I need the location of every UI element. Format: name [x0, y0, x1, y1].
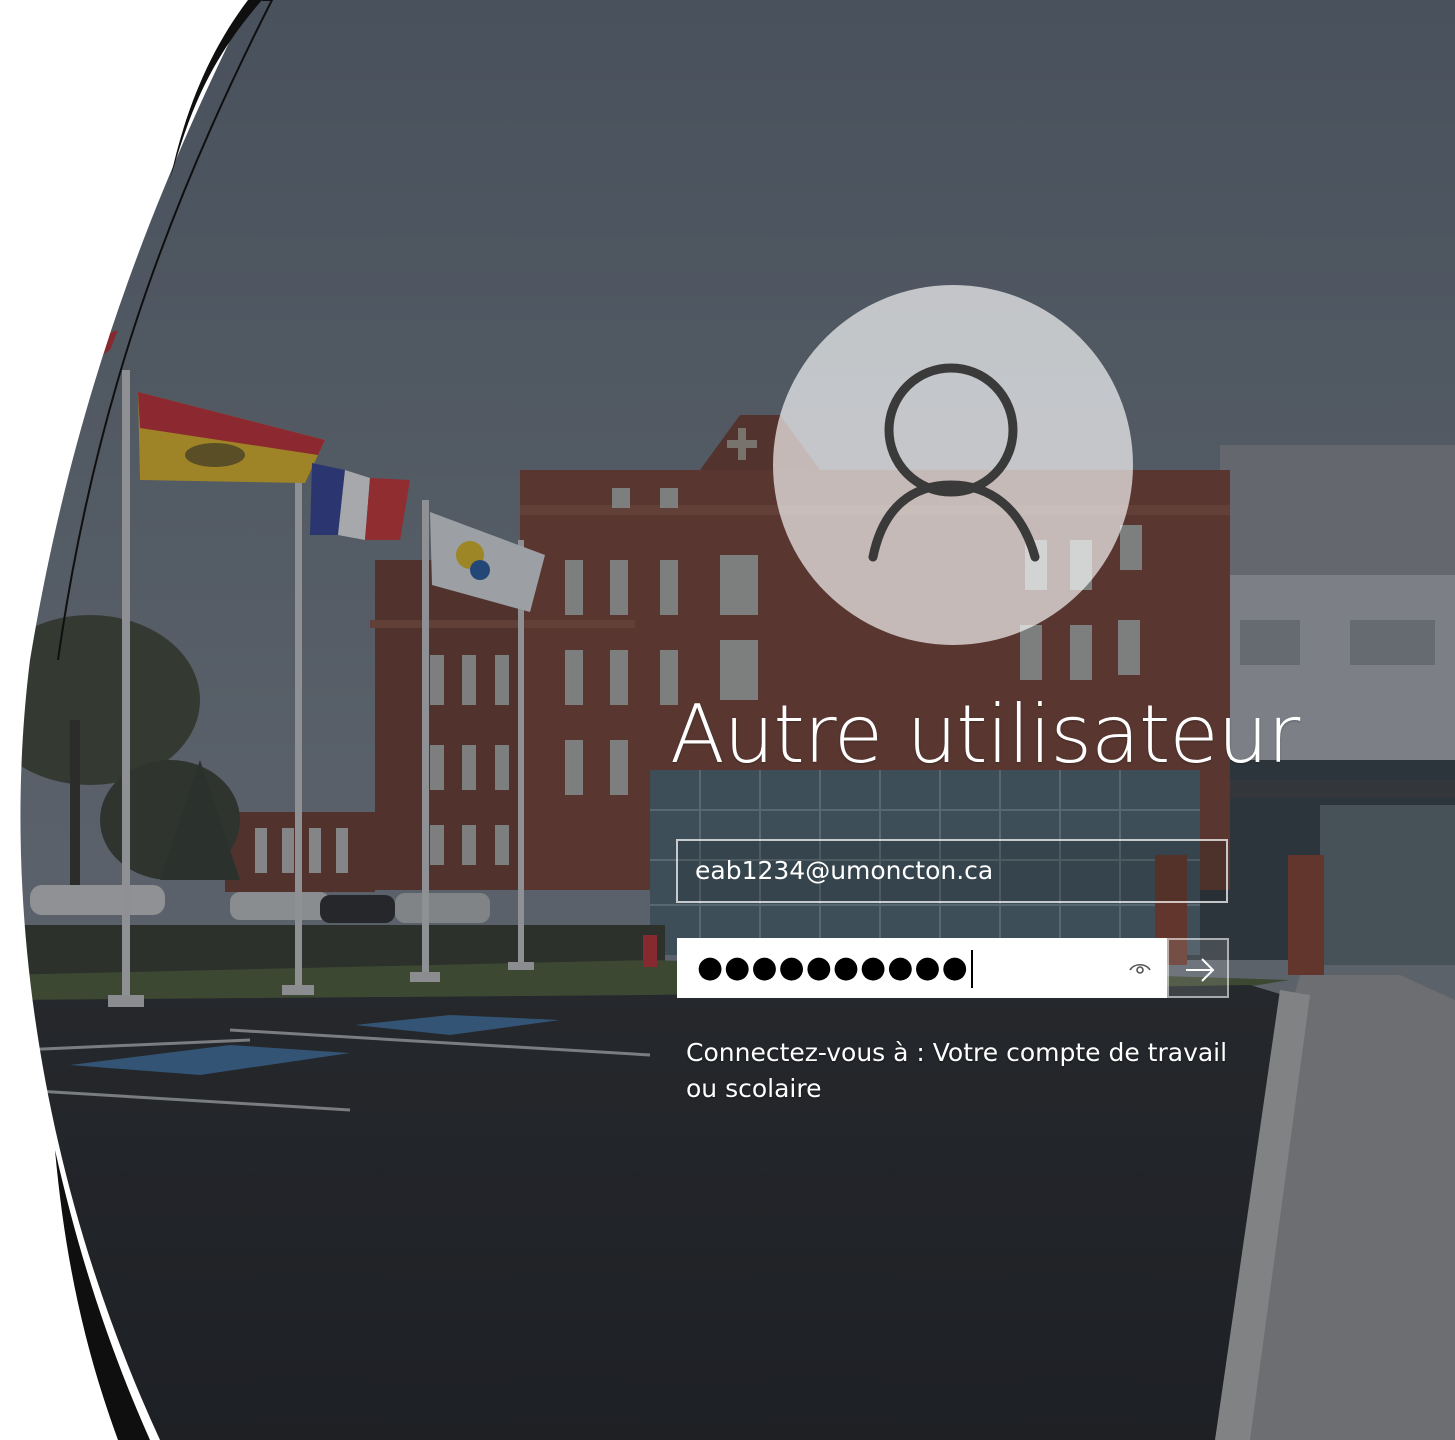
person-icon — [773, 285, 1133, 645]
password-mask: ●●●●●●●●●● — [697, 950, 969, 985]
reveal-password-button[interactable] — [1127, 955, 1153, 981]
arrow-right-icon — [1186, 958, 1215, 982]
submit-button[interactable] — [1167, 938, 1229, 998]
eye-icon — [1129, 963, 1151, 974]
sign-in-to-text: Connectez-vous à : Votre compte de trava… — [686, 1038, 1228, 1103]
text-caret — [970, 949, 973, 988]
username-field[interactable]: eab1234@umoncton.ca — [676, 839, 1228, 903]
user-display-name: Autre utilisateur — [670, 688, 1300, 781]
user-avatar — [773, 285, 1133, 645]
password-field[interactable]: ●●●●●●●●●● — [677, 938, 1167, 998]
